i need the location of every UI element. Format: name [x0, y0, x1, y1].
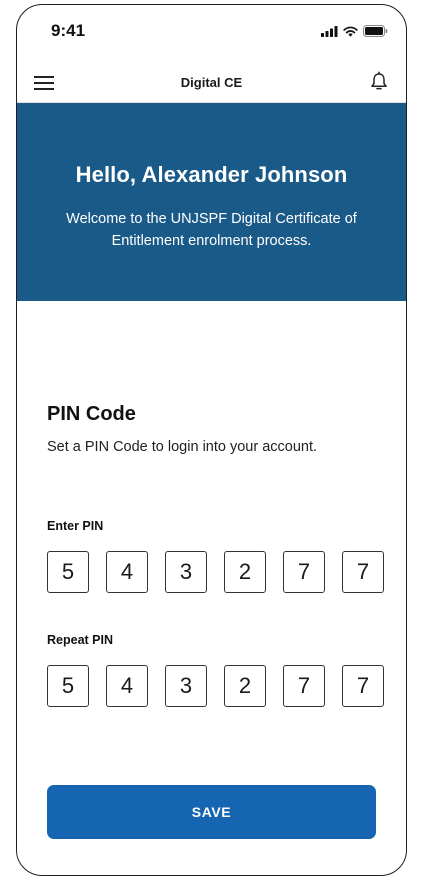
enter-pin-field: 5 4 3 2 7 7: [47, 551, 384, 593]
pin-section-subtitle: Set a PIN Code to login into your accoun…: [47, 439, 318, 455]
enter-pin-digit-4[interactable]: 2: [224, 551, 266, 593]
enter-pin-digit-6[interactable]: 7: [342, 551, 384, 593]
repeat-pin-field: 5 4 3 2 7 7: [47, 665, 384, 707]
bell-icon[interactable]: [368, 71, 390, 93]
repeat-pin-digit-5[interactable]: 7: [283, 665, 325, 707]
status-icons: [321, 25, 388, 37]
status-time: 9:41: [51, 21, 86, 40]
header-title: Digital CE: [180, 75, 243, 90]
signal-icon: [321, 25, 338, 37]
repeat-pin-digit-4[interactable]: 2: [224, 665, 266, 707]
battery-icon: [363, 25, 388, 37]
enter-pin-label: Enter PIN: [47, 519, 104, 533]
pin-section-title: PIN Code: [47, 403, 136, 425]
welcome-message: Welcome to the UNJSPF Digital Certificat…: [66, 211, 357, 249]
pin-form: PIN Code Set a PIN Code to login into yo…: [47, 403, 384, 839]
greeting-title: Hello, Alexander Johnson: [75, 162, 348, 187]
enter-pin-digit-3[interactable]: 3: [165, 551, 207, 593]
repeat-pin-digit-3[interactable]: 3: [165, 665, 207, 707]
enter-pin-digit-1[interactable]: 5: [47, 551, 89, 593]
repeat-pin-digit-6[interactable]: 7: [342, 665, 384, 707]
wifi-icon: [343, 26, 358, 37]
enter-pin-digit-2[interactable]: 4: [106, 551, 148, 593]
enter-pin-digit-5[interactable]: 7: [283, 551, 325, 593]
repeat-pin-digit-1[interactable]: 5: [47, 665, 89, 707]
status-bar: 9:41: [17, 5, 406, 57]
repeat-pin-digit-2[interactable]: 4: [106, 665, 148, 707]
welcome-banner: Hello, Alexander Johnson Welcome to the …: [17, 103, 406, 301]
save-button[interactable]: SAVE: [47, 785, 376, 839]
phone-frame: 9:41 Digital CE Hello, Alexander Johnson…: [16, 4, 407, 876]
repeat-pin-label: Repeat PIN: [47, 633, 113, 647]
app-header: Digital CE: [17, 65, 406, 103]
